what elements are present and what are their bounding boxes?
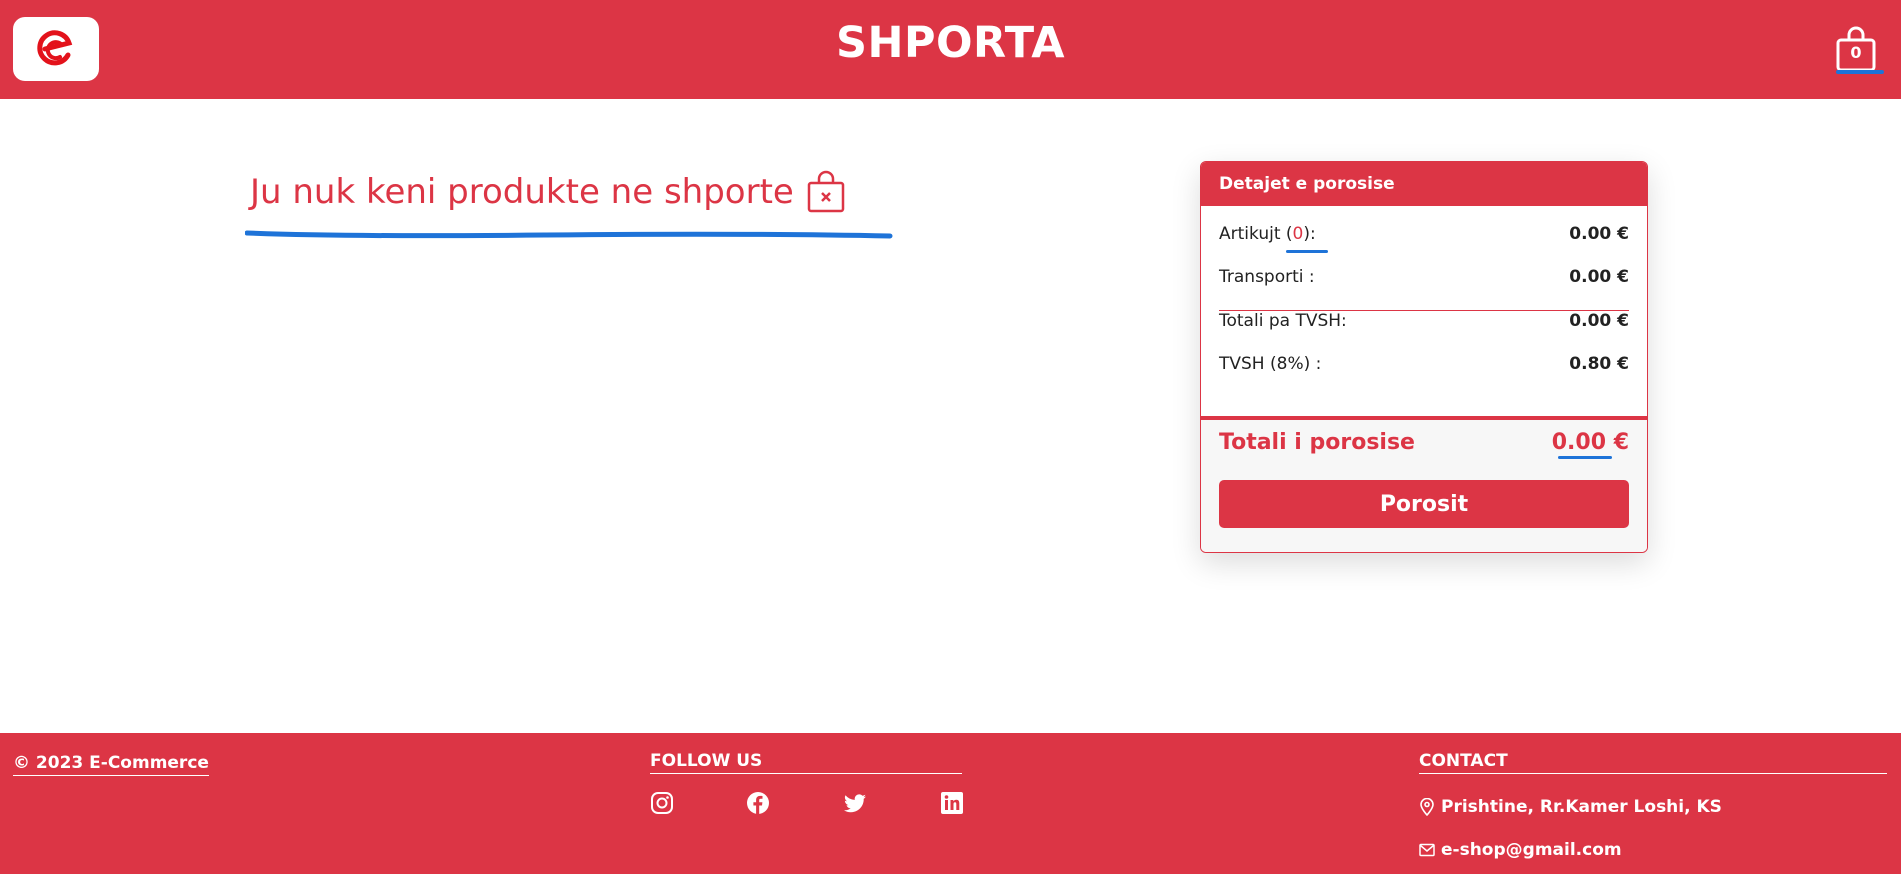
total-row: Totali i porosise 0.00 €: [1219, 430, 1629, 455]
items-row: Artikujt (0): 0.00 €: [1219, 224, 1629, 244]
shipping-value: 0.00 €: [1569, 267, 1629, 287]
total-label: Totali i porosise: [1219, 430, 1415, 455]
email-text[interactable]: e-shop@gmail.com: [1441, 840, 1622, 860]
order-details-heading: Detajet e porosise: [1201, 162, 1647, 206]
vat-row: TVSH (8%) : 0.80 €: [1219, 354, 1629, 374]
order-details-card: Detajet e porosise Artikujt (0): 0.00 € …: [1200, 161, 1648, 553]
shipping-row: Transporti : 0.00 €: [1219, 267, 1629, 287]
subtotal-label: Totali pa TVSH:: [1219, 311, 1347, 331]
bag-x-icon: [807, 170, 845, 213]
order-button[interactable]: Porosit: [1219, 480, 1629, 528]
follow-us-heading: FOLLOW US: [650, 751, 962, 774]
annotation-underline: [1836, 70, 1884, 74]
items-label: Artikujt (0):: [1219, 224, 1316, 244]
vat-value: 0.80 €: [1569, 354, 1629, 374]
vat-label: TVSH (8%) :: [1219, 354, 1322, 374]
items-value: 0.00 €: [1569, 224, 1629, 244]
linkedin-icon[interactable]: [940, 791, 964, 815]
header-bar: SHPORTA 0: [0, 0, 1901, 99]
total-value: 0.00 €: [1551, 430, 1629, 455]
empty-cart-message: Ju nuk keni produkte ne shporte: [250, 162, 846, 222]
twitter-icon[interactable]: [843, 791, 867, 815]
shipping-label: Transporti :: [1219, 267, 1315, 287]
contact-heading: CONTACT: [1419, 751, 1887, 774]
cart-count-badge: 0: [1850, 43, 1862, 62]
facebook-icon[interactable]: [746, 791, 770, 815]
email-line[interactable]: e-shop@gmail.com: [1419, 840, 1622, 860]
empty-cart-text: Ju nuk keni produkte ne shporte: [250, 172, 794, 212]
location-pin-icon: [1420, 798, 1434, 816]
address-line: Prishtine, Rr.Kamer Loshi, KS: [1419, 797, 1722, 817]
items-count: 0: [1292, 224, 1304, 244]
address-text: Prishtine, Rr.Kamer Loshi, KS: [1441, 797, 1722, 817]
instagram-icon[interactable]: [650, 791, 674, 815]
envelope-icon: [1419, 843, 1435, 857]
page-title: SHPORTA: [836, 18, 1065, 68]
subtotal-value: 0.00 €: [1569, 311, 1629, 331]
cart-button[interactable]: 0: [1834, 24, 1878, 74]
footer: © 2023 E-Commerce FOLLOW US CONTACT Pris…: [0, 733, 1901, 874]
copyright-text[interactable]: © 2023 E-Commerce: [13, 753, 209, 776]
annotation-underline: [245, 230, 893, 239]
subtotal-row: Totali pa TVSH: 0.00 €: [1219, 311, 1629, 331]
annotation-underline: [1286, 250, 1328, 253]
annotation-underline: [1558, 456, 1612, 459]
